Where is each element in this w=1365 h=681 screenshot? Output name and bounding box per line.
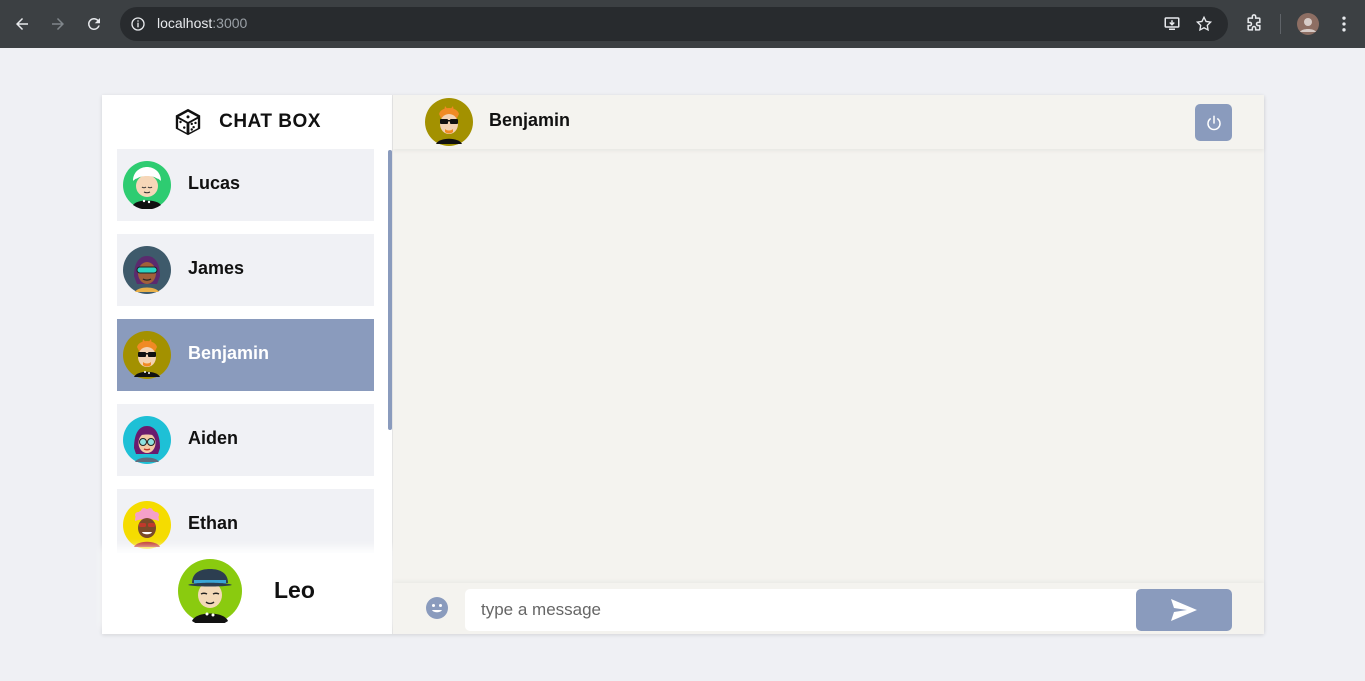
message-composer	[393, 583, 1264, 634]
reload-button[interactable]	[76, 6, 112, 42]
url-text: localhost:3000	[157, 15, 248, 31]
chat-header-avatar	[425, 98, 473, 146]
contact-name: Lucas	[188, 173, 241, 193]
chat-header: Benjamin	[393, 95, 1264, 149]
address-bar[interactable]: localhost:3000	[120, 7, 1228, 41]
extensions-icon[interactable]	[1244, 14, 1264, 34]
avatar-james	[123, 246, 171, 294]
contact-item-lucas[interactable]: Lucas	[117, 149, 374, 221]
avatar-benjamin	[123, 331, 171, 379]
star-icon[interactable]	[1195, 15, 1213, 33]
contact-item-james[interactable]: James	[117, 234, 374, 306]
logout-button[interactable]	[1195, 104, 1232, 141]
chat-header-name: Benjamin	[489, 110, 571, 130]
chat-panel: Benjamin	[393, 95, 1264, 634]
contact-item-aiden[interactable]: Aiden	[117, 404, 374, 476]
message-input[interactable]	[465, 589, 1145, 631]
emoji-icon[interactable]	[425, 596, 449, 620]
toolbar-divider	[1280, 14, 1281, 34]
info-icon[interactable]	[130, 16, 146, 32]
browser-toolbar: localhost:3000	[0, 0, 1365, 48]
contact-item-benjamin[interactable]: Benjamin	[117, 319, 374, 391]
profile-avatar[interactable]	[1297, 13, 1319, 35]
dice-logo-icon	[175, 108, 201, 136]
contact-name: Aiden	[188, 428, 239, 448]
contact-list-scrollbar[interactable]	[388, 150, 392, 430]
brand-header: CHAT BOX	[102, 95, 392, 149]
avatar-leo	[178, 559, 242, 623]
power-icon	[1206, 115, 1221, 130]
contact-item-ethan[interactable]: Ethan	[117, 489, 374, 553]
forward-button[interactable]	[40, 6, 76, 42]
contact-name: Benjamin	[188, 343, 270, 363]
back-icon	[16, 18, 28, 30]
back-button[interactable]	[4, 6, 40, 42]
install-icon[interactable]	[1163, 15, 1181, 33]
reload-icon	[87, 17, 100, 30]
menu-icon[interactable]	[1334, 14, 1354, 34]
brand-title: CHAT BOX	[219, 111, 321, 132]
message-area	[393, 149, 1264, 583]
sidebar: CHAT BOX Lucas James Benjamin Aiden Etha…	[102, 95, 393, 634]
send-button[interactable]	[1136, 589, 1232, 631]
current-user-name: Leo	[274, 577, 315, 603]
avatar-ethan	[123, 501, 171, 549]
contact-name: Ethan	[188, 513, 239, 533]
contact-list: Lucas James Benjamin Aiden Ethan	[102, 149, 392, 553]
contact-name: James	[188, 258, 245, 278]
avatar-aiden	[123, 416, 171, 464]
forward-icon	[52, 18, 64, 30]
send-icon	[1171, 599, 1197, 621]
current-user-panel: Leo	[102, 553, 392, 634]
chat-app: CHAT BOX Lucas James Benjamin Aiden Etha…	[102, 95, 1264, 634]
avatar-lucas	[123, 161, 171, 209]
